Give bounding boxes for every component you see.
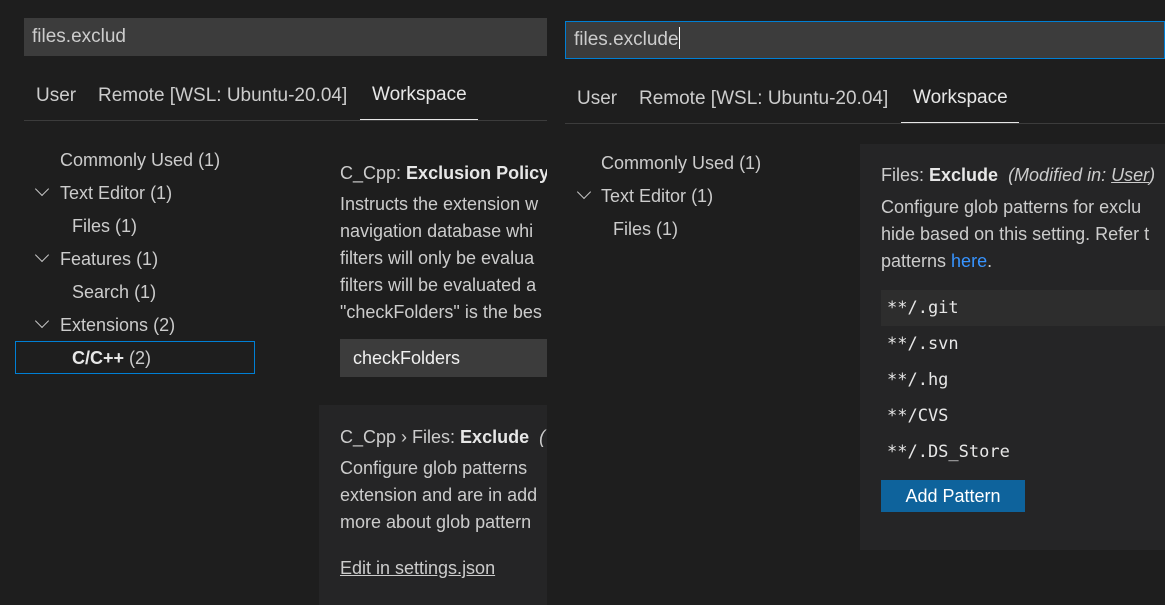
setting-category: C_Cpp: xyxy=(340,163,407,183)
toc-count: (1) xyxy=(115,216,138,236)
description-text: . xyxy=(987,251,993,271)
tabs-divider xyxy=(24,120,547,121)
description-line: patterns here. xyxy=(881,248,1149,275)
toc-label: Extensions xyxy=(60,315,149,335)
modified-indicator: ( xyxy=(539,427,546,447)
toc-count: (1) xyxy=(150,183,173,203)
toc-item-commonly-used[interactable]: Commonly Used (1) xyxy=(60,145,220,175)
tab-remote-wsl[interactable]: Remote [WSL: Ubuntu-20.04] xyxy=(639,74,888,124)
setting-title-cpp-files-exclude: C_Cpp › Files: Exclude ( xyxy=(340,427,545,448)
toc-item-search[interactable]: Search (1) xyxy=(72,277,156,307)
description-text: patterns xyxy=(881,251,952,271)
toc-count: (1) xyxy=(739,153,762,173)
setting-description: Configure glob patterns extension and ar… xyxy=(340,455,537,536)
modified-scope-link[interactable]: User xyxy=(1111,165,1149,185)
toc-count: (1) xyxy=(198,150,221,170)
toc-count: (2) xyxy=(153,315,176,335)
settings-search-input[interactable]: files.exclude xyxy=(565,21,1165,59)
description-line: hide based on this setting. Refer t xyxy=(881,224,1150,244)
toc-item-features[interactable]: Features (1) xyxy=(60,244,158,274)
toc-item-text-editor[interactable]: Text Editor (1) xyxy=(60,178,172,208)
edit-in-settings-json-link[interactable]: Edit in settings.json xyxy=(340,558,495,579)
search-input-value: files.exclude xyxy=(574,29,679,50)
exclude-pattern-row[interactable]: **/CVS xyxy=(881,398,1165,434)
modified-suffix: ) xyxy=(1149,165,1156,185)
settings-search-input[interactable]: files.exclud xyxy=(24,18,547,56)
search-input-value: files.exclud xyxy=(32,26,126,47)
description-line: extension and are in add xyxy=(340,485,538,505)
description-line: Instructs the extension w xyxy=(340,194,539,214)
toc-label: Commonly Used xyxy=(60,150,194,170)
description-line: filters will only be evalua xyxy=(340,248,535,268)
text-caret xyxy=(678,27,680,49)
chevron-down-icon[interactable] xyxy=(34,181,50,197)
exclusion-policy-dropdown[interactable]: checkFolders xyxy=(340,339,547,377)
toc-count: (1) xyxy=(136,249,159,269)
toc-label: Files xyxy=(613,219,652,239)
setting-category: C_Cpp › Files: xyxy=(340,427,461,447)
toc-count: (2) xyxy=(129,348,152,368)
tab-remote-wsl[interactable]: Remote [WSL: Ubuntu-20.04] xyxy=(98,71,347,121)
tab-user[interactable]: User xyxy=(577,74,617,124)
toc-count: (1) xyxy=(691,186,714,206)
toc-label: Search xyxy=(72,282,130,302)
description-line: navigation database whi xyxy=(340,221,534,241)
toc-item-cpp[interactable]: C/C++ (2) xyxy=(72,343,151,373)
toc-item-commonly-used[interactable]: Commonly Used (1) xyxy=(601,148,761,178)
description-line: "checkFolders" is the bes xyxy=(340,302,542,322)
toc-item-text-editor[interactable]: Text Editor (1) xyxy=(601,181,713,211)
modified-prefix: (Modified in: xyxy=(1008,165,1112,185)
tab-label: Remote [WSL: Ubuntu-20.04] xyxy=(98,85,348,106)
chevron-down-icon[interactable] xyxy=(576,184,592,200)
setting-name: Exclude xyxy=(460,427,530,447)
description-line: filters will be evaluated a xyxy=(340,275,537,295)
tab-workspace[interactable]: Workspace xyxy=(901,73,1019,123)
tab-label: Remote [WSL: Ubuntu-20.04] xyxy=(639,88,889,109)
toc-count: (1) xyxy=(134,282,157,302)
chevron-down-icon[interactable] xyxy=(34,313,50,329)
tab-label: Workspace xyxy=(913,87,1008,108)
setting-category: Files: xyxy=(881,165,930,185)
exclude-pattern-row[interactable]: **/.git xyxy=(881,290,1165,326)
tab-label: Workspace xyxy=(372,84,467,105)
setting-description: Instructs the extension w navigation dat… xyxy=(340,191,542,326)
toc-label: C/C++ xyxy=(72,348,125,368)
toc-label: Text Editor xyxy=(601,186,687,206)
setting-name: Exclusion Policy xyxy=(406,163,547,183)
tab-workspace[interactable]: Workspace xyxy=(360,70,478,120)
toc-item-extensions[interactable]: Extensions (2) xyxy=(60,310,175,340)
exclude-pattern-row[interactable]: **/.DS_Store xyxy=(881,434,1165,470)
add-pattern-button[interactable]: Add Pattern xyxy=(881,480,1025,512)
tab-label: User xyxy=(577,88,618,109)
setting-description: Configure glob patterns for exclu hide b… xyxy=(881,194,1149,275)
settings-editor-right: files.exclude User Remote [WSL: Ubuntu-2… xyxy=(547,0,1165,605)
chevron-down-icon[interactable] xyxy=(34,247,50,263)
modified-indicator: (Modified in: User) xyxy=(1008,165,1155,185)
toc-item-files[interactable]: Files (1) xyxy=(72,211,137,241)
toc-label: Commonly Used xyxy=(601,153,735,173)
toc-label: Text Editor xyxy=(60,183,146,203)
toc-label: Features xyxy=(60,249,132,269)
glob-patterns-here-link[interactable]: here xyxy=(951,251,987,271)
description-line: more about glob pattern xyxy=(340,512,532,532)
toc-item-files[interactable]: Files (1) xyxy=(613,214,678,244)
settings-editor-left: files.exclud User Remote [WSL: Ubuntu-20… xyxy=(0,0,547,605)
description-line: Configure glob patterns for exclu xyxy=(881,197,1142,217)
tabs-divider xyxy=(565,123,1165,124)
setting-title-exclusion-policy: C_Cpp: Exclusion Policy xyxy=(340,163,547,184)
exclude-pattern-row[interactable]: **/.svn xyxy=(881,326,1165,362)
dropdown-value: checkFolders xyxy=(353,348,461,368)
tab-label: User xyxy=(36,85,77,106)
toc-label: Files xyxy=(72,216,111,236)
description-line: Configure glob patterns xyxy=(340,458,528,478)
toc-count: (1) xyxy=(656,219,679,239)
setting-title-files-exclude: Files: Exclude (Modified in: User) xyxy=(881,165,1155,186)
setting-name: Exclude xyxy=(929,165,999,185)
tab-user[interactable]: User xyxy=(36,71,76,121)
exclude-pattern-row[interactable]: **/.hg xyxy=(881,362,1165,398)
